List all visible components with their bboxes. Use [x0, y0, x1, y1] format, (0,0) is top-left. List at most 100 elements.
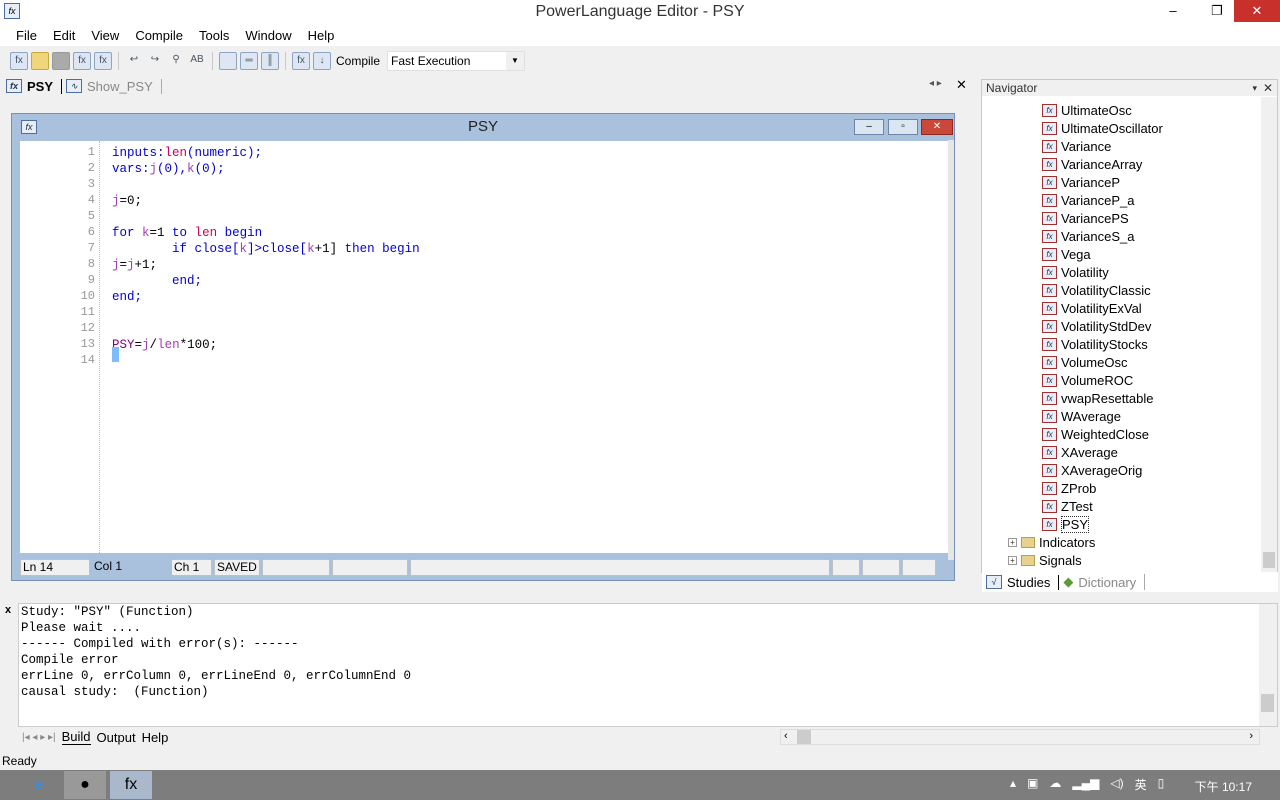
cascade-windows-icon[interactable] — [219, 52, 237, 70]
navigator-scrollbar[interactable] — [1261, 97, 1277, 573]
expand-icon[interactable]: + — [1008, 555, 1017, 565]
show-hidden-icons[interactable]: ▴ — [1010, 776, 1016, 793]
save-icon[interactable] — [52, 52, 70, 70]
new-study-icon[interactable]: fx — [10, 52, 28, 70]
tab-build[interactable]: Build — [61, 729, 91, 745]
menu-edit[interactable]: Edit — [45, 28, 83, 43]
open-folder-icon[interactable] — [31, 52, 49, 70]
navigator-folder[interactable]: + Signals — [1008, 551, 1082, 569]
line-number: 8 — [87, 257, 95, 271]
navigator-item[interactable]: fx WAverage — [1042, 407, 1121, 425]
find-binoculars-icon[interactable]: ⚲ — [167, 52, 185, 70]
chrome-icon[interactable]: ● — [64, 771, 106, 799]
restore-button[interactable]: ❐ — [1202, 0, 1232, 22]
navigator-item-label: VarianceS_a — [1061, 228, 1135, 244]
navigator-folder[interactable]: + Indicators — [1008, 533, 1095, 551]
output-scrollbar[interactable] — [1259, 604, 1277, 726]
navigator-item[interactable]: fx Variance — [1042, 137, 1111, 155]
execution-mode-select[interactable]: Fast Execution ▼ — [387, 51, 526, 71]
study-properties-icon[interactable]: fx — [292, 52, 310, 70]
tile-vertical-icon[interactable]: ║ — [261, 52, 279, 70]
tab-nav-arrows[interactable]: |◂ ◂ ▸ ▸| — [22, 732, 56, 743]
powerlanguage-icon[interactable]: fx — [110, 771, 152, 799]
minimize-button[interactable]: – — [1158, 0, 1188, 22]
app-fx-icon[interactable]: fx — [4, 3, 20, 19]
code-editor[interactable]: 1 2 3 4 5 6 7 8 9 10 11 12 13 14 inputs:len(numeric);… — [20, 141, 948, 553]
cloud-icon[interactable]: ☁ — [1049, 776, 1061, 793]
undo-icon[interactable]: ↩ — [125, 52, 143, 70]
navigator-item[interactable]: fx Volatility — [1042, 263, 1109, 281]
output-horizontal-scrollbar[interactable]: ‹ › — [780, 729, 1260, 745]
expand-icon[interactable]: + — [1008, 537, 1017, 547]
execution-mode-value: Fast Execution — [391, 54, 471, 68]
tab-studies[interactable]: √ Studies — [986, 574, 1060, 590]
navigator-item-label: UltimateOscillator — [1061, 120, 1163, 136]
navigator-item[interactable]: fx VariancePS — [1042, 209, 1129, 227]
function-icon: fx — [1042, 427, 1057, 441]
tab-scroll-arrows[interactable]: ◂ ▸ — [929, 78, 942, 89]
navigator-item[interactable]: fx VolumeOsc — [1042, 353, 1127, 371]
editor-minimize-button[interactable]: – — [854, 119, 884, 135]
tab-help[interactable]: Help — [142, 730, 169, 745]
menu-help[interactable]: Help — [300, 28, 343, 43]
clock[interactable]: 下午 10:17 — [1195, 778, 1252, 795]
action-center-icon[interactable]: ▯ — [1158, 776, 1165, 793]
tab-psy[interactable]: fx PSY — [6, 78, 63, 94]
navigator-item[interactable]: fx XAverageOrig — [1042, 461, 1142, 479]
navigator-item[interactable]: fx ZTest — [1042, 497, 1093, 515]
navigator-item[interactable]: fx vwapResettable — [1042, 389, 1154, 407]
ime-indicator[interactable]: 英 — [1135, 776, 1147, 793]
close-navigator-icon[interactable]: ✕ — [1263, 80, 1273, 96]
navigator-item[interactable]: fx VolatilityClassic — [1042, 281, 1151, 299]
navigator-item-label: XAverage — [1061, 444, 1118, 460]
close-output-icon[interactable]: x — [5, 604, 11, 616]
navigator-item[interactable]: fx UltimateOsc — [1042, 101, 1132, 119]
volume-icon[interactable]: ◁) — [1110, 776, 1123, 793]
internet-explorer-icon[interactable]: e — [18, 771, 60, 799]
navigator-item[interactable]: fx WeightedClose — [1042, 425, 1149, 443]
editor-restore-button[interactable]: ▫ — [888, 119, 918, 135]
navigator-item[interactable]: fx VarianceS_a — [1042, 227, 1134, 245]
navigator-item[interactable]: fx XAverage — [1042, 443, 1118, 461]
redo-icon[interactable]: ↪ — [146, 52, 164, 70]
navigator-item[interactable]: fx VolatilityExVal — [1042, 299, 1142, 317]
monitor-icon[interactable]: ▣ — [1027, 776, 1038, 793]
output-panel: Study: "PSY" (Function) Please wait .... -… — [18, 603, 1278, 727]
editor-scrollbar[interactable] — [948, 140, 954, 560]
menu-window[interactable]: Window — [237, 28, 299, 43]
menu-file[interactable]: File — [8, 28, 45, 43]
export-icon[interactable]: fx — [94, 52, 112, 70]
navigator-item-label: WeightedClose — [1061, 426, 1149, 442]
tab-show-psy[interactable]: ∿ Show_PSY — [66, 78, 162, 94]
line-number: 5 — [87, 209, 95, 223]
navigator-item[interactable]: fx Vega — [1042, 245, 1091, 263]
navigator-item[interactable]: fx VolumeROC — [1042, 371, 1133, 389]
pin-icon[interactable]: ▾ — [1252, 80, 1257, 96]
compile-icon[interactable]: ↓ — [313, 52, 331, 70]
tab-dictionary[interactable]: ◆ Dictionary — [1063, 574, 1146, 590]
network-signal-icon[interactable]: ▂▄▆ — [1072, 776, 1099, 793]
navigator-item[interactable]: fx VarianceP — [1042, 173, 1120, 191]
tile-horizontal-icon[interactable]: ═ — [240, 52, 258, 70]
line-number: 4 — [87, 193, 95, 207]
editor-close-button[interactable]: ✕ — [921, 119, 953, 135]
menu-compile[interactable]: Compile — [127, 28, 191, 43]
close-button[interactable]: ✕ — [1234, 0, 1280, 22]
navigator-item[interactable]: fx VolatilityStocks — [1042, 335, 1148, 353]
replace-icon[interactable]: AB — [188, 52, 206, 70]
menu-view[interactable]: View — [83, 28, 127, 43]
navigator-item[interactable]: fx VarianceArray — [1042, 155, 1142, 173]
menu-tools[interactable]: Tools — [191, 28, 237, 43]
navigator-item[interactable]: fx VolatilityStdDev — [1042, 317, 1151, 335]
chevron-down-icon[interactable]: ▼ — [506, 52, 525, 70]
navigator-item[interactable]: fx PSY — [1042, 515, 1090, 533]
code-token: k — [142, 226, 150, 240]
code-token: vars: — [112, 162, 150, 176]
close-tab-icon[interactable]: ✕ — [956, 77, 967, 93]
navigator-item[interactable]: fx ZProb — [1042, 479, 1096, 497]
navigator-item[interactable]: fx UltimateOscillator — [1042, 119, 1163, 137]
compile-button[interactable]: Compile — [336, 54, 380, 68]
import-icon[interactable]: fx — [73, 52, 91, 70]
tab-output[interactable]: Output — [97, 730, 136, 745]
navigator-item[interactable]: fx VarianceP_a — [1042, 191, 1134, 209]
